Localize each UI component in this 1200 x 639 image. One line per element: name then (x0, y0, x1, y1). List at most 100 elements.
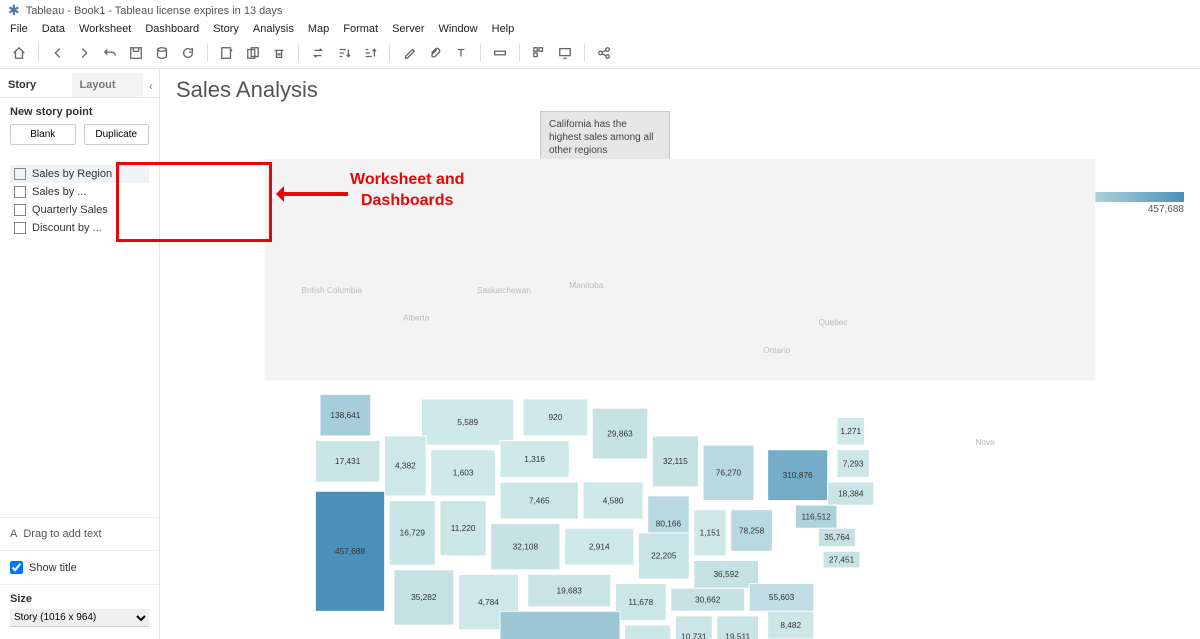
state-value-CT: 116,512 (801, 511, 831, 521)
state-value-NH: 7,293 (843, 458, 864, 468)
menu-server[interactable]: Server (392, 23, 424, 35)
state-value-OR: 17,431 (335, 456, 361, 466)
swap-icon[interactable] (307, 42, 329, 64)
new-data-icon[interactable] (151, 42, 173, 64)
state-value-SC: 8,482 (780, 620, 801, 630)
state-value-OK: 19,683 (557, 585, 583, 595)
svg-text:Nova: Nova (975, 437, 995, 447)
state-value-MI: 76,270 (716, 468, 742, 478)
show-title-toggle[interactable]: Show title (0, 550, 159, 584)
story-canvas: Sales Analysis California has the highes… (160, 69, 1200, 639)
drag-to-add-text[interactable]: ADrag to add text (0, 517, 159, 550)
state-value-NV: 16,729 (400, 528, 426, 538)
state-value-VT: 1,271 (840, 426, 861, 436)
collapse-sidebar-icon[interactable]: ‹ (143, 73, 159, 97)
annotation-label: Worksheet andDashboards (350, 170, 464, 212)
show-me-icon[interactable] (528, 42, 550, 64)
state-value-KS: 2,914 (589, 541, 610, 551)
state-TX[interactable] (500, 611, 620, 639)
sort-asc-icon[interactable] (333, 42, 355, 64)
undo-icon[interactable] (99, 42, 121, 64)
state-value-MT: 5,589 (457, 417, 478, 427)
state-value-WA: 138,641 (330, 410, 360, 420)
share-icon[interactable] (593, 42, 615, 64)
state-value-SD: 1,316 (524, 454, 545, 464)
state-value-ID: 4,382 (395, 461, 416, 471)
state-value-AR: 11,678 (628, 597, 653, 607)
state-value-WY: 1,603 (453, 468, 474, 478)
attach-icon[interactable] (424, 42, 446, 64)
worksheet-icon (14, 186, 26, 198)
size-select[interactable]: Story (1016 x 964) (10, 609, 149, 627)
svg-text:Ontario: Ontario (763, 345, 791, 355)
state-value-TN: 30,662 (695, 595, 721, 605)
tab-layout[interactable]: Layout (72, 73, 144, 97)
state-LA[interactable] (625, 625, 671, 639)
sheet-item-discount-by[interactable]: Discount by ... (10, 219, 149, 237)
sheet-item-quarterly-sales[interactable]: Quarterly Sales (10, 201, 149, 219)
main-menu: File Data Worksheet Dashboard Story Anal… (0, 21, 1200, 37)
sort-desc-icon[interactable] (359, 42, 381, 64)
state-value-AL: 19,511 (725, 631, 750, 639)
sheet-item-sales-by-region[interactable]: Sales by Region (10, 165, 149, 183)
menu-map[interactable]: Map (308, 23, 329, 35)
state-value-OH: 78,258 (739, 525, 765, 535)
sheet-list: Sales by Region Sales by ... Quarterly S… (6, 159, 153, 243)
state-value-NY: 310,876 (783, 470, 813, 480)
menu-format[interactable]: Format (343, 23, 378, 35)
refresh-icon[interactable] (177, 42, 199, 64)
state-value-ND: 920 (548, 412, 562, 422)
text-icon: A (10, 528, 17, 540)
us-sales-map[interactable]: British Columbia Alberta Saskatchewan Ma… (160, 159, 1200, 639)
svg-text:Manitoba: Manitoba (569, 280, 604, 290)
annotation-arrow-icon (278, 192, 348, 196)
blank-button[interactable]: Blank (10, 124, 76, 145)
show-title-checkbox[interactable] (10, 561, 23, 574)
menu-worksheet[interactable]: Worksheet (79, 23, 131, 35)
state-value-NC: 55,603 (769, 592, 795, 602)
state-value-DE: 27,451 (829, 554, 855, 564)
tab-story[interactable]: Story (0, 73, 72, 97)
state-value-NM: 4,784 (478, 597, 499, 607)
state-value-AZ: 35,282 (411, 592, 437, 602)
svg-text:Saskatchewan: Saskatchewan (477, 285, 531, 295)
menu-dashboard[interactable]: Dashboard (145, 23, 199, 35)
fit-icon[interactable] (489, 42, 511, 64)
tableau-logo-icon: ✱ (8, 2, 20, 19)
new-worksheet-icon[interactable] (216, 42, 238, 64)
forward-icon[interactable] (73, 42, 95, 64)
state-value-IA: 4,580 (603, 495, 624, 505)
state-value-CO: 32,108 (513, 541, 539, 551)
menu-story[interactable]: Story (213, 23, 239, 35)
menu-window[interactable]: Window (439, 23, 478, 35)
worksheet-icon (14, 204, 26, 216)
worksheet-icon (14, 222, 26, 234)
menu-data[interactable]: Data (42, 23, 65, 35)
home-icon[interactable] (8, 42, 30, 64)
back-icon[interactable] (47, 42, 69, 64)
duplicate-button[interactable]: Duplicate (84, 124, 150, 145)
story-title[interactable]: Sales Analysis (176, 77, 1184, 103)
window-title-bar: ✱ Tableau - Book1 - Tableau license expi… (0, 0, 1200, 21)
clear-icon[interactable] (268, 42, 290, 64)
menu-analysis[interactable]: Analysis (253, 23, 294, 35)
state-value-NE: 7,465 (529, 495, 550, 505)
worksheet-icon (14, 168, 26, 180)
svg-text:Quebec: Quebec (818, 317, 847, 327)
text-icon[interactable] (450, 42, 472, 64)
svg-text:British Columbia: British Columbia (302, 285, 363, 295)
duplicate-icon[interactable] (242, 42, 264, 64)
present-icon[interactable] (554, 42, 576, 64)
menu-file[interactable]: File (10, 23, 28, 35)
menu-help[interactable]: Help (492, 23, 515, 35)
state-value-NJ: 35,764 (824, 532, 850, 542)
state-value-KY: 36,592 (713, 569, 739, 579)
save-icon[interactable] (125, 42, 147, 64)
highlight-icon[interactable] (398, 42, 420, 64)
story-caption[interactable]: California has the highest sales among a… (540, 111, 670, 164)
sheet-item-sales-by[interactable]: Sales by ... (10, 183, 149, 201)
state-value-UT: 11,220 (451, 523, 476, 533)
state-value-IL: 80,166 (656, 518, 682, 528)
svg-text:Alberta: Alberta (403, 313, 430, 323)
state-value-MS: 10,731 (681, 631, 707, 639)
